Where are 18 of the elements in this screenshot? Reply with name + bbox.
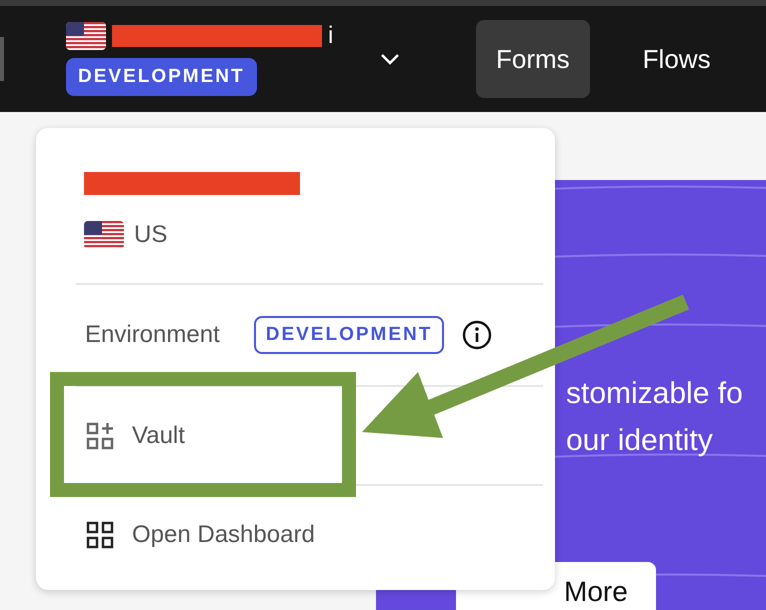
nav-tab[interactable]: Forms bbox=[476, 20, 590, 98]
nav-tab[interactable]: Flows bbox=[614, 20, 739, 98]
window-edge bbox=[0, 37, 4, 81]
environment-badge: DEVELOPMENT bbox=[66, 58, 257, 96]
info-icon[interactable] bbox=[462, 320, 492, 350]
flag-icon bbox=[66, 22, 106, 50]
chevron-down-icon[interactable] bbox=[380, 53, 400, 65]
grid-plus-icon bbox=[86, 422, 114, 450]
flag-icon bbox=[84, 221, 124, 249]
environment-badge: DEVELOPMENT bbox=[254, 316, 444, 354]
hero-text: our identity bbox=[566, 423, 714, 459]
hero-text: stomizable fo bbox=[566, 376, 744, 412]
grid-icon bbox=[86, 520, 114, 548]
menu-item[interactable]: Open Dashboard bbox=[76, 504, 321, 565]
region-label: US bbox=[134, 221, 168, 249]
account-name: i bbox=[328, 22, 334, 50]
menu-item[interactable]: Vault bbox=[76, 405, 191, 466]
environment-label: Environment bbox=[85, 321, 220, 349]
